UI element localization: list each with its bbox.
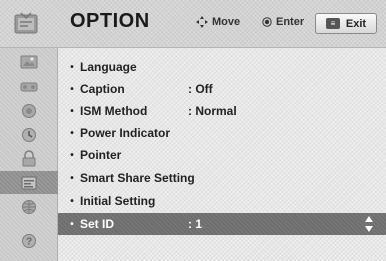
menu-item-value: : 1 [188,217,203,231]
move-hint: Move [196,16,240,28]
category-sidebar: ? [0,48,58,261]
up-down-arrows-icon[interactable] [364,215,374,233]
option-menu-window: OPTION Move Enter ≡ Exit ? • Language • … [0,0,386,261]
direction-pad-icon [196,16,208,28]
exit-button[interactable]: ≡ Exit [315,13,377,34]
enter-hint: Enter [262,16,304,28]
picture-icon [20,55,38,68]
lock-icon [22,149,36,166]
svg-text:?: ? [26,236,32,247]
menu-item-label: Power Indicator [80,126,171,140]
bullet-icon: • [70,105,74,117]
sidebar-item-time[interactable] [0,123,58,146]
menu-item-power-indicator[interactable]: • Power Indicator [58,122,386,144]
option-menu-list: • Language • Caption : Off • ISM Method … [58,48,386,261]
enter-hint-label: Enter [276,16,305,28]
sidebar-item-channel[interactable] [0,99,58,122]
menu-item-ism-method[interactable]: • ISM Method : Normal [58,100,386,122]
audio-icon [20,82,38,91]
menu-item-pointer[interactable]: • Pointer [58,144,386,166]
move-hint-label: Move [212,16,241,28]
menu-item-caption[interactable]: • Caption : Off [58,78,386,100]
bullet-icon: • [70,83,74,95]
bullet-icon: • [70,149,74,161]
bullet-icon: • [70,218,74,230]
enter-button-icon [262,17,272,27]
sidebar-item-picture[interactable] [0,51,58,74]
time-icon [22,127,36,142]
menu-item-value: : Normal [188,104,237,118]
sidebar-item-lock[interactable] [0,147,58,170]
sidebar-item-network[interactable] [0,195,58,218]
menu-item-label: Caption [80,82,125,96]
bullet-icon: • [70,61,74,73]
menu-item-label: Language [80,60,137,74]
menu-item-label: ISM Method [80,104,148,118]
bullet-icon: • [70,127,74,139]
channel-icon [22,103,36,118]
sidebar-item-option[interactable] [0,171,58,194]
exit-key-icon: ≡ [325,18,340,29]
menu-item-label: Set ID [80,217,115,231]
page-title: OPTION [70,10,150,32]
support-icon: ? [22,233,36,248]
exit-button-label: Exit [345,17,367,30]
menu-item-smart-share-setting[interactable]: • Smart Share Setting [58,167,386,189]
menu-item-label: Smart Share Setting [80,171,195,185]
menu-item-initial-setting[interactable]: • Initial Setting [58,190,386,212]
sidebar-item-audio[interactable] [0,75,58,98]
bullet-icon: • [70,172,74,184]
menu-item-value: : Off [188,82,213,96]
menu-item-label: Initial Setting [80,194,156,208]
menu-item-language[interactable]: • Language [58,56,386,78]
sidebar-item-support[interactable]: ? [0,229,58,252]
bullet-icon: • [70,195,74,207]
network-icon [22,199,36,214]
menu-item-label: Pointer [80,148,122,162]
menu-item-set-id[interactable]: • Set ID : 1 [58,213,386,235]
menu-header: OPTION Move Enter ≡ Exit [0,0,386,48]
option-icon [21,176,37,189]
option-menu-icon [4,4,48,44]
